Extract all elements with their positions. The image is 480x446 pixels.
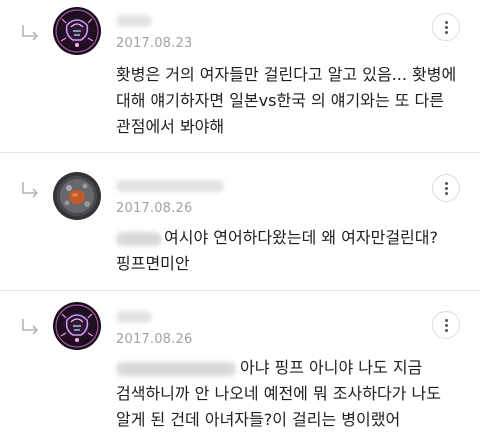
comment-list: 2017.08.23 홧병은 거의 여자들만 걸린다고 알고 있음... 홧병에… bbox=[0, 0, 480, 446]
avatar-neon-image bbox=[55, 304, 99, 348]
more-options-button[interactable] bbox=[432, 174, 460, 202]
comment-date: 2017.08.23 bbox=[116, 36, 193, 51]
reply-comment: 2017.08.26 아냐 핑프 아니야 나도 지금 검색하니까 안 나오네 예… bbox=[0, 291, 480, 446]
avatar[interactable] bbox=[53, 7, 101, 55]
more-options-button[interactable] bbox=[432, 311, 460, 339]
more-dot-icon bbox=[445, 329, 448, 332]
username-redacted bbox=[116, 15, 152, 27]
comment-text: 아냐 핑프 아니야 나도 지금 검색하니까 안 나오네 예전에 뭐 조사하다가 … bbox=[116, 358, 447, 429]
more-dot-icon bbox=[445, 182, 448, 185]
username-redacted bbox=[116, 311, 152, 323]
comment-date: 2017.08.26 bbox=[116, 201, 193, 216]
more-dot-icon bbox=[445, 21, 448, 24]
more-dot-icon bbox=[445, 319, 448, 322]
avatar[interactable] bbox=[53, 302, 101, 350]
avatar-neon-image bbox=[55, 9, 99, 53]
more-options-button[interactable] bbox=[432, 13, 460, 41]
comment-date: 2017.08.26 bbox=[116, 332, 193, 347]
avatar-food-image bbox=[57, 176, 97, 216]
more-dot-icon bbox=[445, 26, 448, 29]
more-dot-icon bbox=[445, 324, 448, 327]
reply-arrow-icon bbox=[22, 182, 39, 198]
avatar[interactable] bbox=[53, 172, 101, 220]
reply-comment: 2017.08.23 홧병은 거의 여자들만 걸린다고 알고 있음... 홧병에… bbox=[0, 0, 480, 152]
username-redacted bbox=[116, 180, 224, 192]
more-dot-icon bbox=[445, 31, 448, 34]
more-dot-icon bbox=[445, 192, 448, 195]
more-dot-icon bbox=[445, 187, 448, 190]
comment-text: 홧병은 거의 여자들만 걸린다고 알고 있음... 홧병에 대해 얘기하자면 일… bbox=[116, 65, 462, 136]
reply-arrow-icon bbox=[22, 25, 39, 41]
comment-text: 여시야 연어하다왔는데 왜 여자만걸린대? 핑프면미안 bbox=[116, 228, 444, 273]
reply-arrow-icon bbox=[22, 319, 39, 335]
reply-comment: 2017.08.26 여시야 연어하다왔는데 왜 여자만걸린대? 핑프면미안 bbox=[0, 153, 480, 290]
